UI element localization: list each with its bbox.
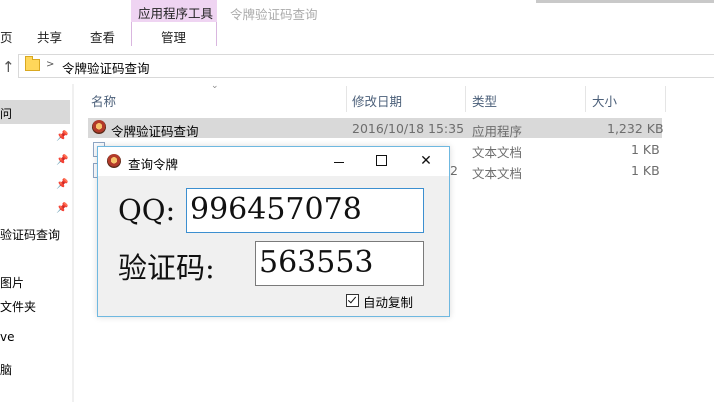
close-icon[interactable]: ✕ <box>414 151 438 171</box>
file-name[interactable]: 令牌验证码查询 <box>111 121 199 140</box>
context-tab-group-label: 应用程序工具 <box>138 6 214 21</box>
pin-icon: 📌 <box>56 155 69 166</box>
sort-caret-icon: ⌄ <box>211 81 219 91</box>
window-title: 令牌验证码查询 <box>230 7 318 22</box>
qq-input[interactable]: 996457078 <box>186 188 424 233</box>
pin-icon: 📌 <box>56 203 69 214</box>
breadcrumb[interactable]: 令牌验证码查询 <box>62 58 150 77</box>
dialog-titlebar[interactable]: 查询令牌 ✕ <box>98 147 449 176</box>
chevron-right-icon[interactable]: > <box>46 59 54 70</box>
file-type: 文本文档 <box>472 145 523 160</box>
nav-item-6[interactable]: 脑 <box>0 361 12 378</box>
nav-item-5[interactable]: ve <box>0 330 14 344</box>
nav-item-4[interactable]: 文件夹 <box>0 298 36 315</box>
nav-pane-divider <box>72 84 74 402</box>
column-header-name[interactable]: 名称 <box>91 91 116 110</box>
nav-item-1[interactable]: 问 <box>0 105 12 122</box>
column-separator[interactable] <box>665 86 666 112</box>
column-header-date[interactable]: 修改日期 <box>352 91 402 110</box>
background-window-shadow <box>536 0 714 3</box>
file-size: 1 KB <box>631 163 660 178</box>
column-separator[interactable] <box>585 86 586 112</box>
ribbon: 应用程序工具 令牌验证码查询 页 共享 查看 管理 <box>0 0 714 46</box>
pin-icon: 📌 <box>56 131 69 142</box>
column-header-size[interactable]: 大小 <box>592 91 617 110</box>
auto-copy-checkbox[interactable] <box>346 294 359 307</box>
code-label: 验证码: <box>118 251 215 285</box>
context-tab-group: 应用程序工具 <box>131 0 217 22</box>
qq-label: QQ: <box>118 193 176 227</box>
tab-view[interactable]: 查看 <box>90 27 115 46</box>
tab-home[interactable]: 页 <box>0 27 13 46</box>
file-date: 2016/10/18 15:35 <box>352 121 465 136</box>
file-size: 1,232 KB <box>607 121 664 136</box>
pin-icon: 📌 <box>56 179 69 190</box>
app-icon <box>107 154 121 168</box>
file-type: 应用程序 <box>472 124 523 139</box>
column-header-type[interactable]: 类型 <box>472 91 497 110</box>
up-arrow-icon[interactable]: ↑ <box>2 58 15 76</box>
file-date: 2 <box>450 163 458 178</box>
app-icon <box>92 120 106 134</box>
folder-icon <box>25 56 40 71</box>
file-size: 1 KB <box>631 142 660 157</box>
token-query-dialog: 查询令牌 ✕ QQ: 996457078 验证码: 563553 自动复制 <box>97 146 450 317</box>
nav-item-2[interactable]: 验证码查询 <box>0 226 60 243</box>
minimize-icon[interactable] <box>334 162 344 163</box>
tab-share[interactable]: 共享 <box>37 27 62 46</box>
code-output[interactable]: 563553 <box>255 241 424 286</box>
column-separator[interactable] <box>346 86 347 112</box>
maximize-icon[interactable] <box>376 155 387 166</box>
tab-manage[interactable]: 管理 <box>161 27 186 46</box>
nav-item-3[interactable]: 图片 <box>0 274 24 291</box>
file-type: 文本文档 <box>472 166 523 181</box>
column-separator[interactable] <box>465 86 466 112</box>
dialog-title: 查询令牌 <box>128 157 179 172</box>
auto-copy-label[interactable]: 自动复制 <box>363 292 413 311</box>
